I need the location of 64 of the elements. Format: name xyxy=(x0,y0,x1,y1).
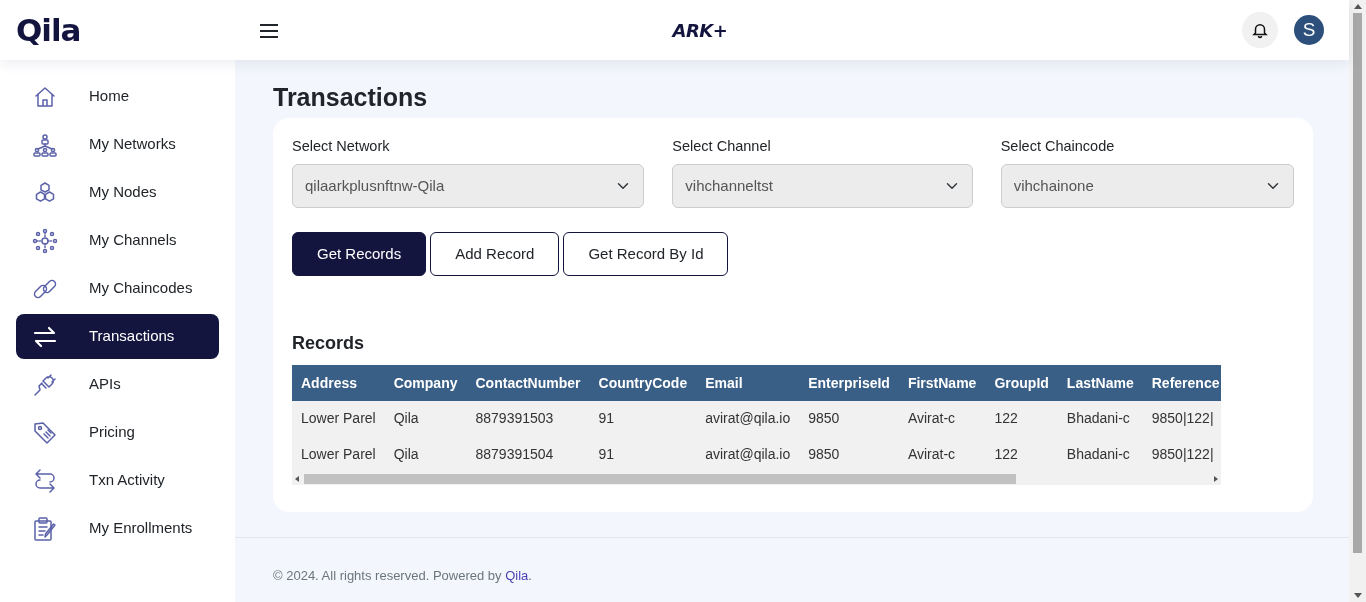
column-header: Company xyxy=(384,364,467,401)
sidebar-item[interactable]: Transactions xyxy=(16,314,219,359)
table-cell-text: Qila xyxy=(392,444,420,464)
table-cell: 91 xyxy=(589,400,697,437)
table-cell: avirat@qila.io xyxy=(696,400,800,437)
table-cell: Avirat-c xyxy=(898,400,986,437)
scroll-left-icon[interactable] xyxy=(294,475,300,482)
column-header: CountryCode xyxy=(589,364,697,401)
action-button[interactable]: Get Record By Id xyxy=(563,231,729,276)
table-cell-text: Lower Parel xyxy=(300,444,377,464)
price-tag-icon xyxy=(32,419,58,446)
table-cell-text: avirat@qila.io xyxy=(704,444,792,464)
column-header: LastName xyxy=(1057,364,1143,401)
scroll-right-icon[interactable] xyxy=(1213,475,1220,482)
sidebar-item[interactable]: Home xyxy=(16,74,219,119)
avatar[interactable]: S xyxy=(1294,15,1324,45)
column-header: Address xyxy=(292,364,385,401)
table-cell: 122 xyxy=(985,400,1058,437)
select-label: Select Network xyxy=(292,137,391,156)
column-header: EnterpriseId xyxy=(799,364,899,401)
action-button[interactable]: Add Record xyxy=(430,231,560,276)
column-header: Email xyxy=(696,364,800,401)
table-cell: Qila xyxy=(384,400,467,437)
table-cell: 9850|122| xyxy=(1142,400,1222,437)
logo: Qila xyxy=(16,10,82,50)
action-button[interactable]: Get Records xyxy=(292,231,427,276)
table-cell-text: 91 xyxy=(597,444,616,464)
page-title: Transactions xyxy=(273,82,429,112)
footer-text: © 2024. All rights reserved. Powered by Qila. xyxy=(273,566,533,585)
hub-icon xyxy=(32,227,58,254)
column-header: FirstName xyxy=(898,364,986,401)
records-title: Records xyxy=(292,331,366,355)
brand-logo: ARK+ xyxy=(672,18,728,43)
sidebar-item[interactable]: My Chaincodes xyxy=(16,266,219,311)
table-cell: Bhadani-c xyxy=(1057,400,1143,437)
table-cell-text: Avirat-c xyxy=(906,444,957,464)
vertical-scrollbar[interactable] xyxy=(1349,0,1366,602)
table-cell: 8879391503 xyxy=(466,400,590,437)
sidebar-item[interactable]: Pricing xyxy=(16,410,219,455)
scroll-up-icon[interactable] xyxy=(1353,3,1362,11)
sidebar-item[interactable]: My Nodes xyxy=(16,170,219,215)
scroll-down-icon[interactable] xyxy=(1353,591,1362,599)
table-cell-text: 122 xyxy=(993,444,1019,464)
sidebar-item[interactable]: My Enrollments xyxy=(16,506,219,551)
sidebar-item[interactable]: My Networks xyxy=(16,122,219,167)
bell-icon[interactable] xyxy=(1242,12,1278,48)
table-cell: Lower Parel xyxy=(292,400,385,437)
table-cell-text: Bhadani-c xyxy=(1065,444,1131,464)
loop-arrows-icon xyxy=(32,467,58,494)
network-icon xyxy=(32,131,58,158)
table-cell-text: 9850|122| xyxy=(1150,444,1215,464)
plug-icon xyxy=(32,371,58,398)
select-label: Select Chaincode xyxy=(1000,137,1116,156)
select-label: Select Channel xyxy=(672,137,772,156)
sidebar-item[interactable]: My Channels xyxy=(16,218,219,263)
sidebar-item[interactable]: Txn Activity xyxy=(16,458,219,503)
table-cell-text: 9850 xyxy=(807,444,841,464)
table-cell-text: 8879391504 xyxy=(474,444,555,464)
column-header: GroupId xyxy=(985,364,1058,401)
clipboard-icon xyxy=(32,515,58,542)
column-header: Reference xyxy=(1142,364,1222,401)
table-cell: 9850 xyxy=(799,400,899,437)
column-header: ContactNumber xyxy=(466,364,590,401)
sidebar-item[interactable]: APIs xyxy=(16,362,219,407)
